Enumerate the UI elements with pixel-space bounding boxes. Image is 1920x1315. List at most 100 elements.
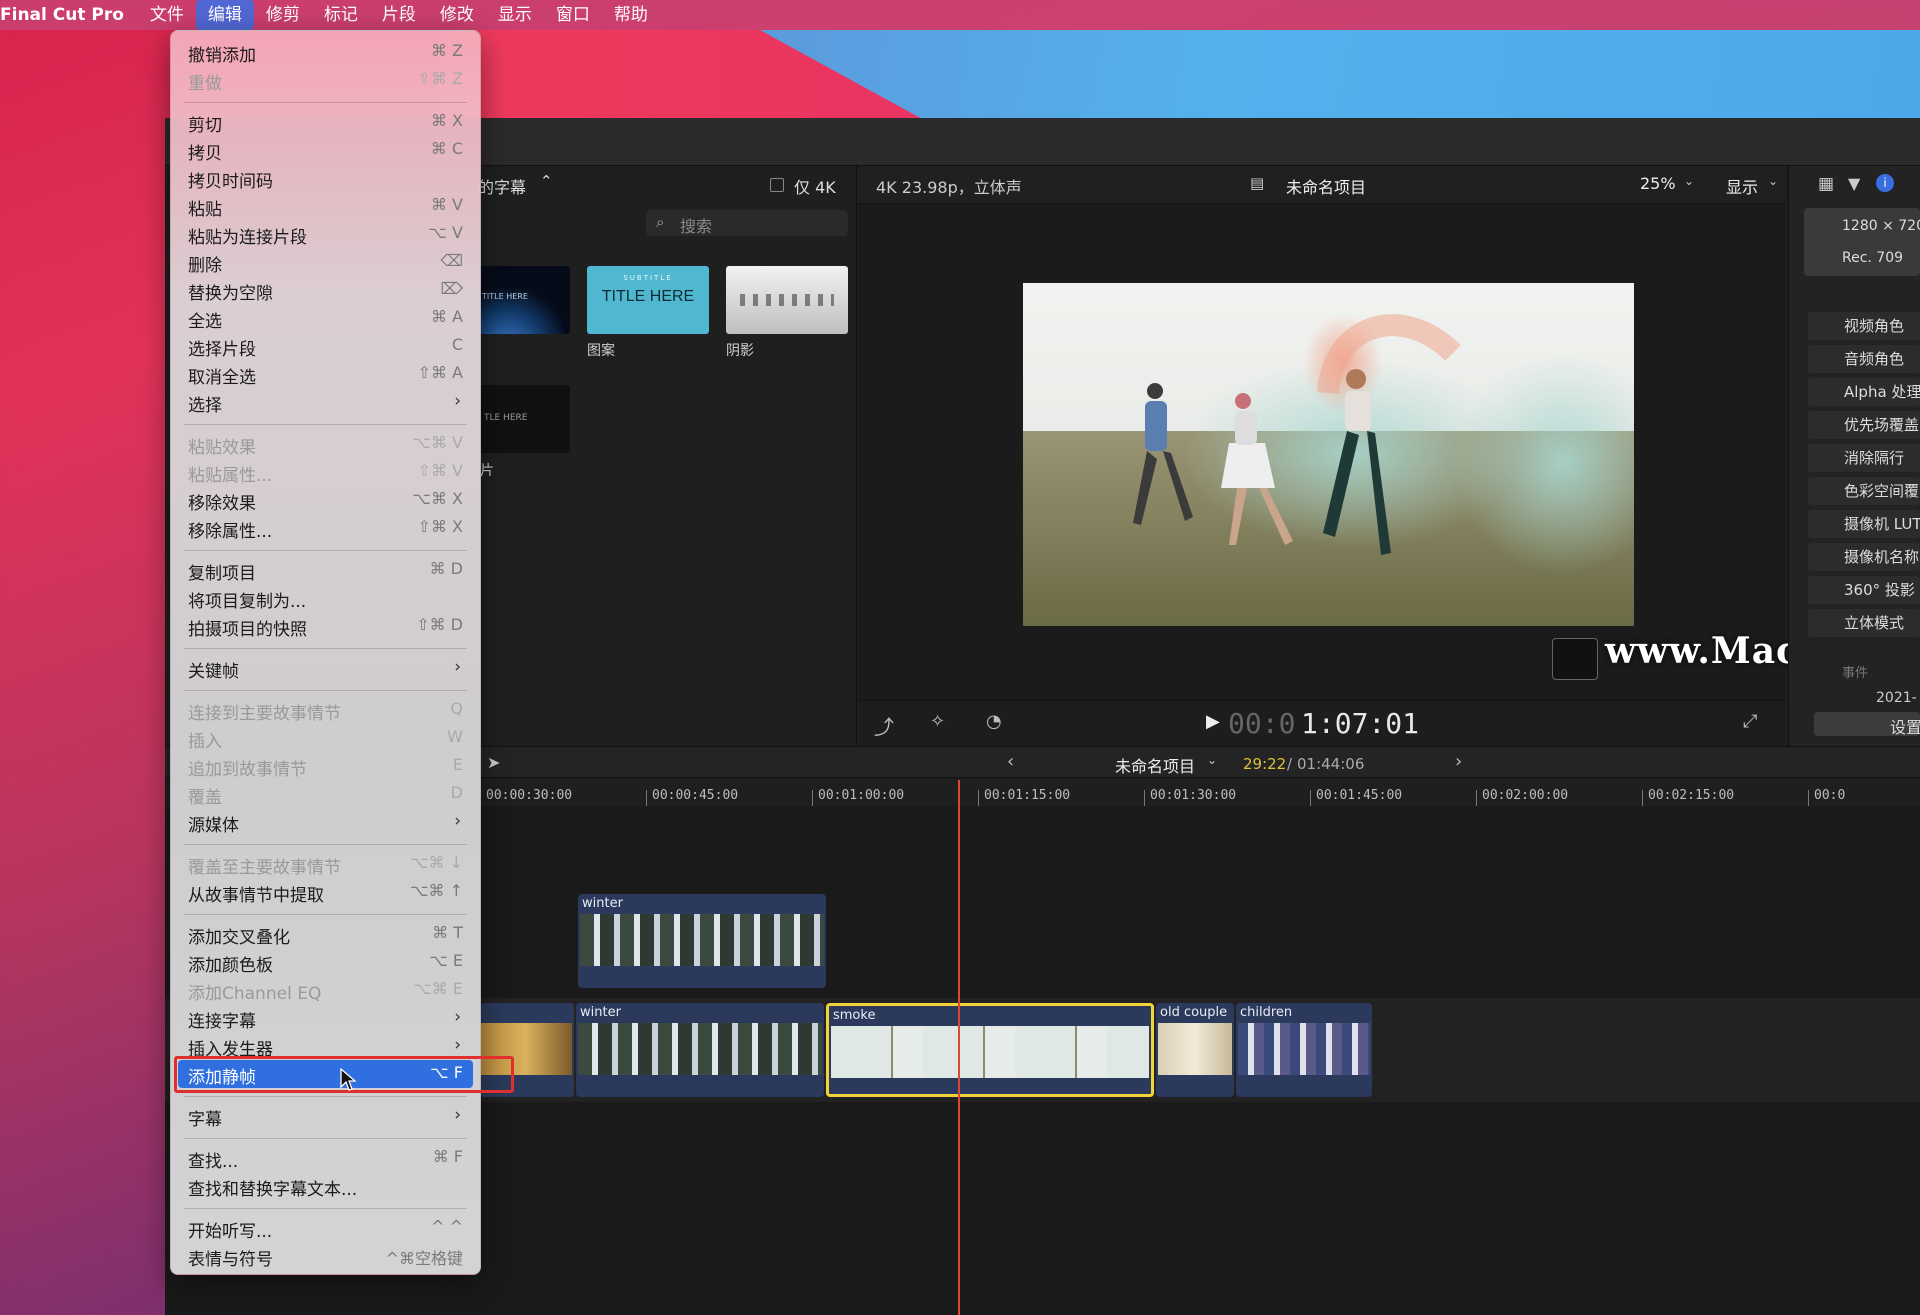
menu-item-captions[interactable]: 字幕 › [178, 1102, 473, 1130]
menu-item-start-dictation[interactable]: 开始听写... ^ ^ [178, 1214, 473, 1242]
inspector-resolution: 1280 × 720 [1842, 218, 1920, 234]
timeline-project-name[interactable]: 未命名项目 [1115, 753, 1195, 777]
menu-app-name[interactable]: Final Cut Pro [0, 0, 138, 30]
menu-item-find[interactable]: 查找... ⌘ F [178, 1144, 473, 1172]
menu-edit[interactable]: 编辑 [195, 0, 254, 30]
timecode-dim: 00:0 [1228, 707, 1296, 740]
viewer-controls: ⤴ ✧ ◔ ▶ 00:0 1:07:01 ⤢ [858, 700, 1786, 746]
menu-item-overwrite[interactable]: 覆盖 D [178, 780, 473, 808]
transform-tool-icon[interactable]: ⤴ [874, 711, 894, 740]
inspector-row-camera-name[interactable]: 摄像机名称 [1808, 543, 1920, 571]
main-clip-children[interactable]: children [1236, 1003, 1372, 1097]
inspector-row-360[interactable]: 360° 投影 [1808, 576, 1920, 604]
main-clip-winter[interactable]: winter [576, 1003, 824, 1097]
menu-item-snapshot-project[interactable]: 拍摄项目的快照 ⇧⌘ D [178, 612, 473, 640]
menu-modify[interactable]: 修改 [428, 0, 486, 30]
film-icon[interactable]: ▦ [1818, 174, 1834, 194]
menu-item-select[interactable]: 选择 › [178, 388, 473, 416]
mouse-cursor-icon [340, 1067, 357, 1096]
video-frame-image [1023, 283, 1634, 626]
category-stepper-icon[interactable]: ⌃ [540, 172, 553, 190]
menu-item-keyframes[interactable]: 关键帧 › [178, 654, 473, 682]
settings-label: 设置 [1890, 718, 1920, 737]
speed-icon[interactable]: ◔ [986, 711, 1002, 732]
main-clip-smoke[interactable]: smoke [826, 1003, 1154, 1097]
search-input[interactable]: 搜索 [680, 213, 712, 237]
menu-item-duplicate-project-as[interactable]: 将项目复制为... [178, 584, 473, 612]
playhead[interactable] [958, 780, 960, 1315]
inspector-events-label: 事件 [1842, 666, 1869, 681]
menu-item-remove-attributes[interactable]: 移除属性... ⇧⌘ X [178, 514, 473, 542]
menu-item-paste-connected[interactable]: 粘贴为连接片段 ⌥ V [178, 220, 473, 248]
menu-window[interactable]: 窗口 [544, 0, 602, 30]
zoom-popup[interactable]: 25% [1640, 174, 1676, 193]
menu-item-copy-timecode[interactable]: 拷贝时间码 [178, 164, 473, 192]
fullscreen-icon[interactable]: ⤢ [1743, 711, 1757, 732]
menu-item-insert[interactable]: 插入 W [178, 724, 473, 752]
browser-category-label[interactable]: 的字幕 [478, 174, 526, 198]
browser-header: 的字幕 ⌃ 仅 4K [470, 170, 856, 200]
menu-item-copy[interactable]: 拷贝 ⌘ C [178, 136, 473, 164]
menu-item-paste-effects[interactable]: 粘贴效果 ⌥⌘ V [178, 430, 473, 458]
select-tool-icon[interactable]: ➤ [487, 753, 500, 772]
menu-item-select-all[interactable]: 全选 ⌘ A [178, 304, 473, 332]
ruler-label: 00:01:00:00 [818, 788, 905, 803]
menu-item-connect-title[interactable]: 连接字幕 › [178, 1004, 473, 1032]
menu-item-deselect-all[interactable]: 取消全选 ⇧⌘ A [178, 360, 473, 388]
menu-item-find-replace[interactable]: 查找和替换字幕文本... [178, 1172, 473, 1200]
menu-item-cut[interactable]: 剪切 ⌘ X [178, 108, 473, 136]
display-popup[interactable]: 显示 [1726, 174, 1758, 198]
ruler-label: 00:01:15:00 [984, 788, 1071, 803]
inspector-row-field-override[interactable]: 优先场覆盖 [1808, 411, 1920, 439]
inspector-row-audio-role[interactable]: 音频角色 [1808, 345, 1920, 373]
menu-item-source-media[interactable]: 源媒体 › [178, 808, 473, 836]
clip-label: old couple [1160, 1005, 1228, 1020]
history-forward-icon[interactable]: › [1455, 751, 1462, 772]
inspector-row-camera-lut[interactable]: 摄像机 LUT [1808, 510, 1920, 538]
color-icon[interactable]: ▼ [1848, 174, 1860, 193]
menu-item-delete[interactable]: 删除 ⌫ [178, 248, 473, 276]
history-back-icon[interactable]: ‹ [1007, 751, 1014, 772]
inspector-summary: 1280 × 720 Rec. 709 [1804, 208, 1920, 276]
main-clip-old-couple[interactable]: old couple [1156, 1003, 1234, 1097]
search-field[interactable]: ⌕ 搜索 [646, 210, 848, 236]
inspector-row-deinterlace[interactable]: 消除隔行 [1808, 444, 1920, 472]
menu-item-replace-gap[interactable]: 替换为空隙 ⌦ [178, 276, 473, 304]
thumb-earth-text: TITLE HERE [482, 292, 528, 301]
title-thumb-earth[interactable]: TITLE HERE [480, 266, 570, 334]
enhance-wand-icon[interactable]: ✧ [930, 711, 945, 732]
play-button[interactable]: ▶ [1206, 711, 1220, 732]
menu-item-remove-effects[interactable]: 移除效果 ⌥⌘ X [178, 486, 473, 514]
connected-clip-winter[interactable]: winter [578, 894, 826, 988]
menu-clip[interactable]: 片段 [370, 0, 428, 30]
menu-mark[interactable]: 标记 [312, 0, 370, 30]
menu-trim[interactable]: 修剪 [254, 0, 312, 30]
title-thumb-pattern[interactable]: SUBTITLE TITLE HERE [587, 266, 709, 334]
menu-item-add-color-board[interactable]: 添加颜色板 ⌥ E [178, 948, 473, 976]
menu-file[interactable]: 文件 [138, 0, 196, 30]
menu-item-duplicate-project[interactable]: 复制项目 ⌘ D [178, 556, 473, 584]
inspector-row-stereo[interactable]: 立体模式 [1808, 609, 1920, 637]
menu-item-redo[interactable]: 重做 ⇧⌘ Z [178, 66, 473, 94]
inspector-row-alpha[interactable]: Alpha 处理 [1808, 378, 1920, 406]
menu-item-overwrite-primary[interactable]: 覆盖至主要故事情节 ⌥⌘ ↓ [178, 850, 473, 878]
menu-item-connect-primary[interactable]: 连接到主要故事情节 Q [178, 696, 473, 724]
menu-item-lift-storyline[interactable]: 从故事情节中提取 ⌥⌘ ↑ [178, 878, 473, 906]
title-thumb-dark[interactable]: TLE HERE [480, 385, 570, 453]
inspector-row-colorspace[interactable]: 色彩空间覆 [1808, 477, 1920, 505]
menu-item-undo[interactable]: 撤销添加 ⌘ Z [178, 38, 473, 66]
inspector-row-video-role[interactable]: 视频角色 [1808, 312, 1920, 340]
settings-button[interactable]: 设置 [1814, 712, 1920, 737]
menu-item-append[interactable]: 追加到故事情节 E [178, 752, 473, 780]
info-icon[interactable]: i [1876, 174, 1894, 192]
menu-help[interactable]: 帮助 [602, 0, 660, 30]
menu-view[interactable]: 显示 [486, 0, 544, 30]
menu-item-select-clip[interactable]: 选择片段 C [178, 332, 473, 360]
menu-item-paste[interactable]: 粘贴 ⌘ V [178, 192, 473, 220]
menu-item-add-cross-dissolve[interactable]: 添加交叉叠化 ⌘ T [178, 920, 473, 948]
only-4k-checkbox[interactable] [770, 178, 784, 192]
menu-item-add-channel-eq[interactable]: 添加Channel EQ ⌥⌘ E [178, 976, 473, 1004]
menu-item-paste-attributes[interactable]: 粘贴属性... ⇧⌘ V [178, 458, 473, 486]
title-thumb-shadow[interactable] [726, 266, 848, 334]
menu-item-emoji[interactable]: 表情与符号 ^⌘空格键 [178, 1242, 473, 1270]
